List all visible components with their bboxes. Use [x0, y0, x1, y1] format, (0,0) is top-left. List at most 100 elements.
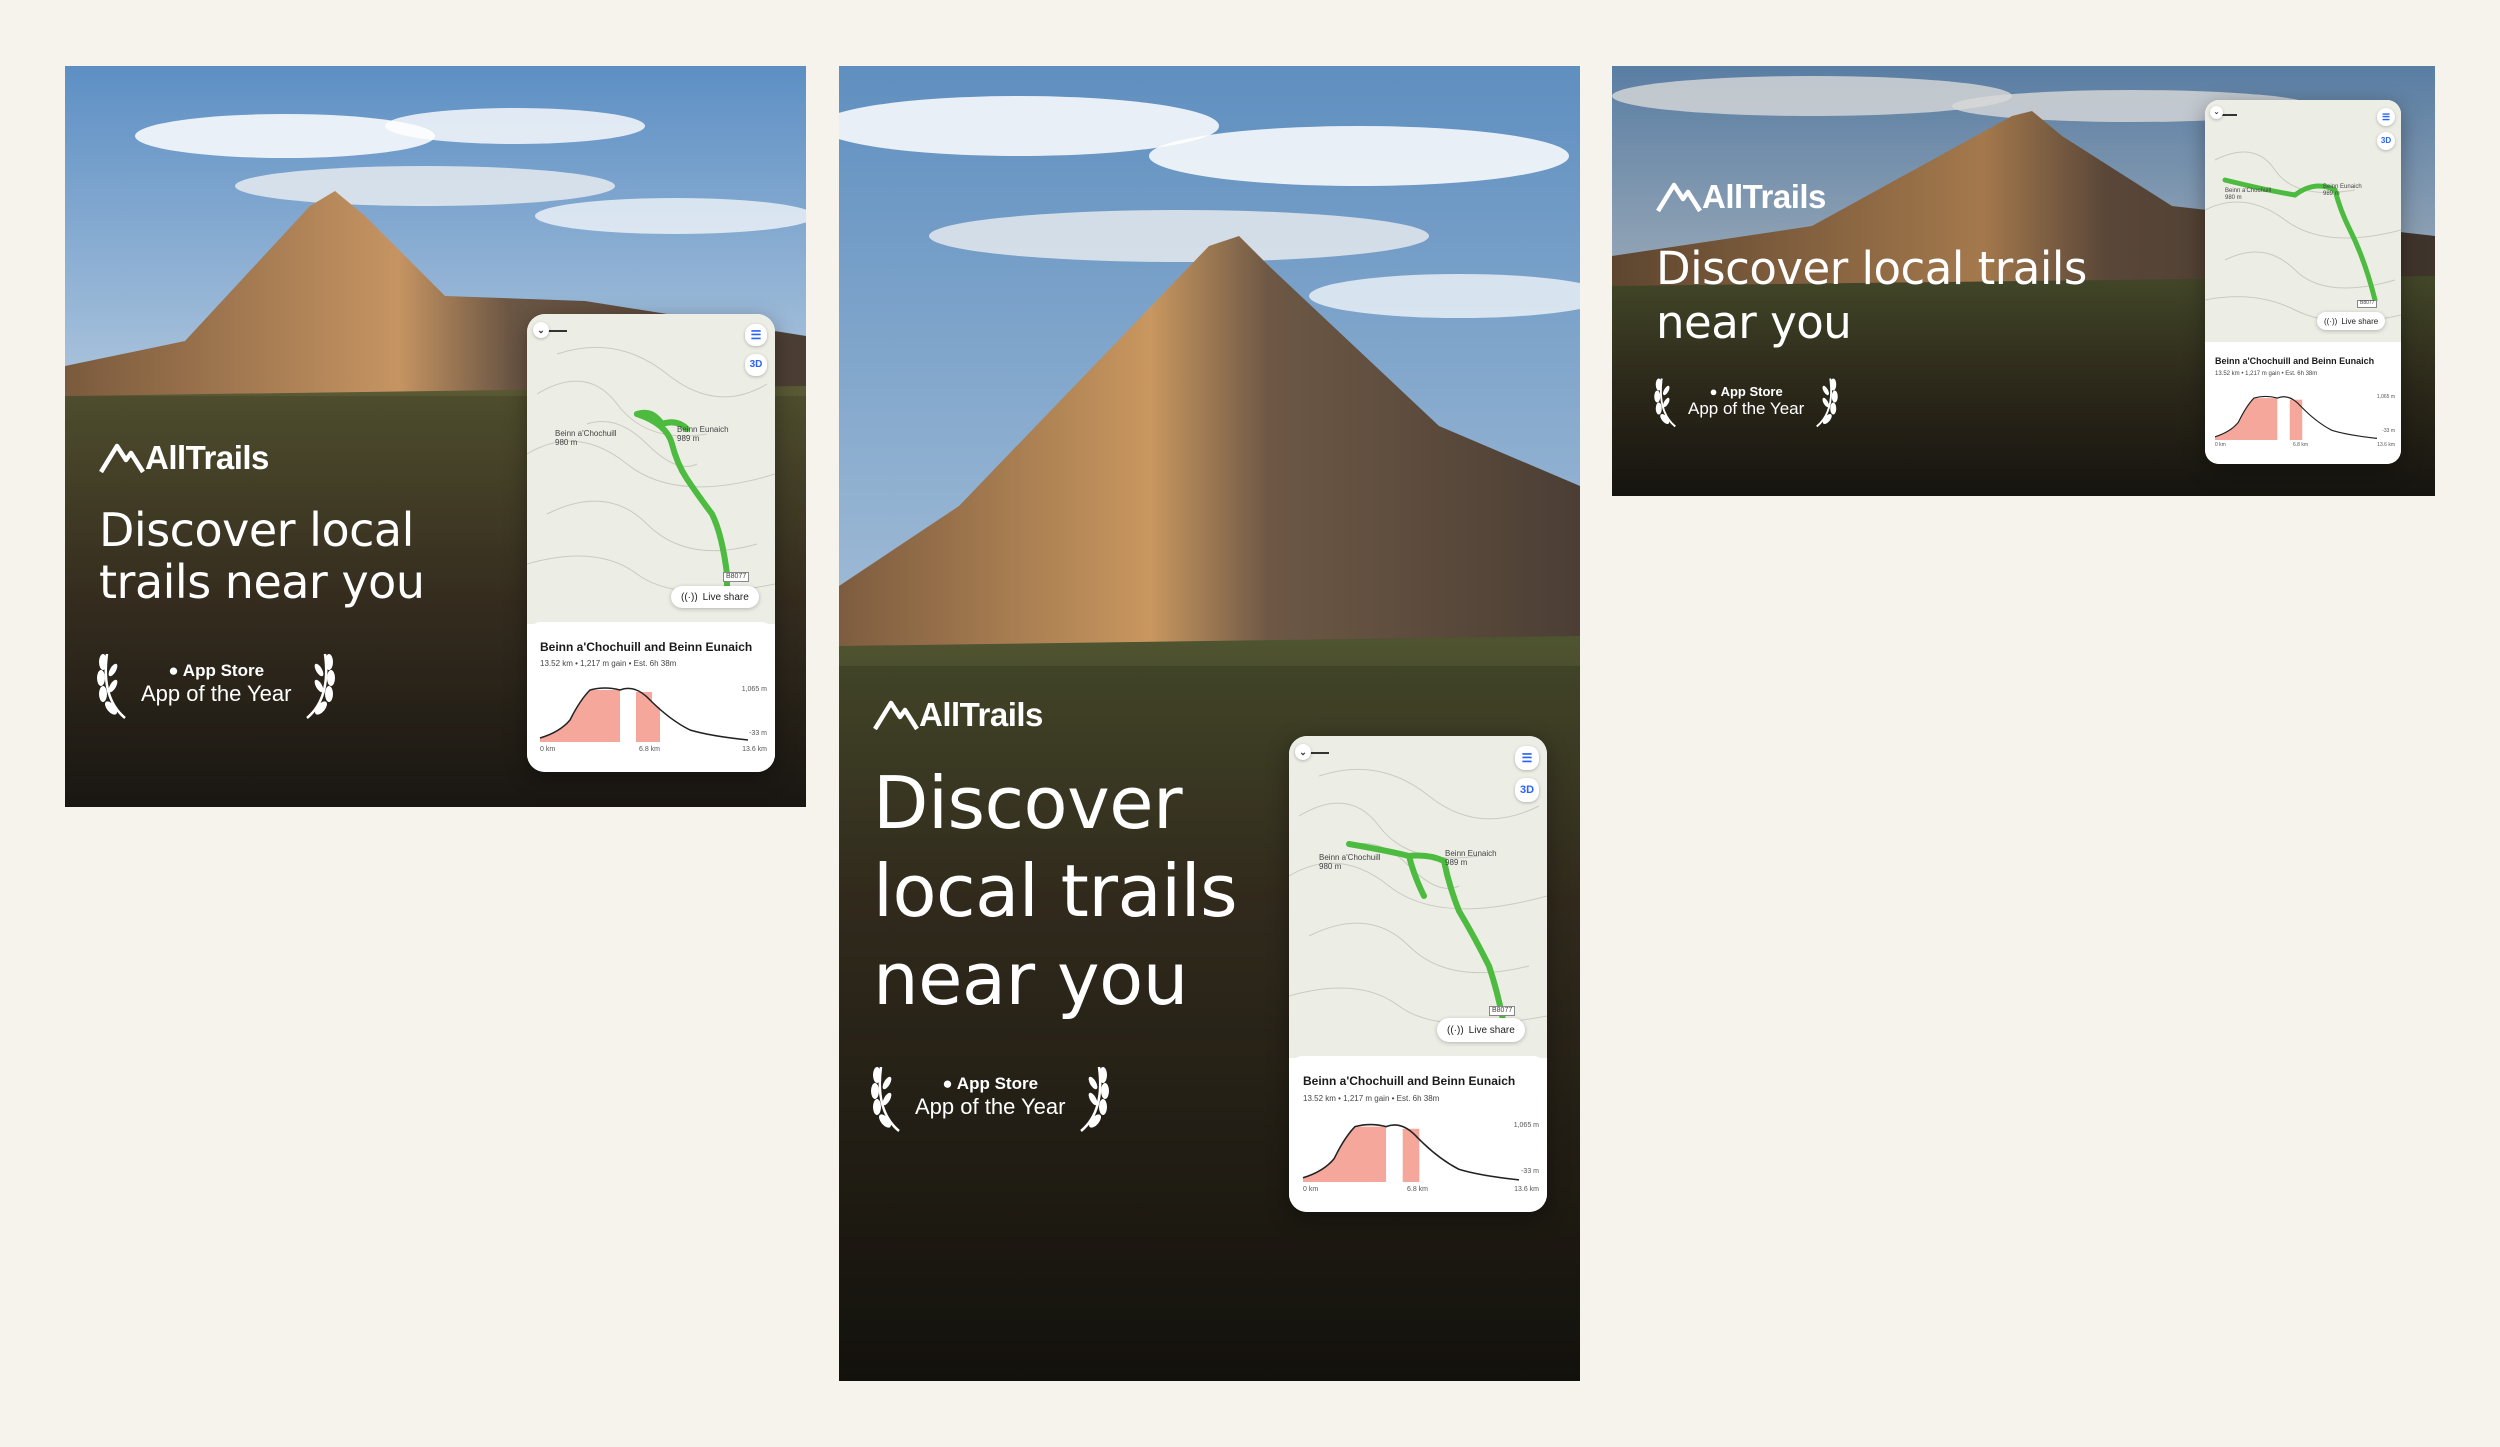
award-title: App of the Year	[141, 681, 292, 706]
trail-stats: 13.52 km • 1,217 m gain • Est. 6h 38m	[1303, 1094, 1440, 1103]
road-label: B8077	[1489, 1006, 1516, 1016]
broadcast-icon: ((·))	[1447, 1024, 1464, 1036]
view-3d-button[interactable]: 3D	[745, 354, 767, 376]
alltrails-logo-icon	[99, 443, 145, 473]
elevation-chart	[539, 680, 749, 742]
layers-button[interactable]: ☰	[745, 324, 767, 346]
laurel-right-icon	[306, 653, 336, 719]
app-phone-mockup: ☰ 3D ⌄ Beinn a'Chochuill 980 m Beinn Euna…	[1289, 736, 1547, 1212]
headline-line: near you	[873, 936, 1188, 1021]
collapse-button[interactable]: ⌄	[2210, 106, 2223, 119]
headline-line: Discover local trails	[1656, 242, 2087, 295]
road-label: B8077	[2357, 300, 2378, 308]
x-axis-mid: 6.8 km	[639, 746, 661, 753]
collapse-button[interactable]: ⌄	[533, 322, 549, 338]
elevation-min-label: -33 m	[2382, 428, 2395, 434]
trail-name: Beinn a'Chochuill and Beinn Eunaich	[540, 640, 753, 654]
x-axis-end: 13.6 km	[2377, 442, 2395, 448]
chevron-down-icon: ⌄	[2213, 109, 2220, 116]
elevation-max-label: 1,065 m	[741, 686, 767, 693]
headline-line: near you	[1656, 296, 1852, 349]
peak-label-left: Beinn a'Chochuill 980 m	[1319, 853, 1381, 871]
app-phone-mockup: ☰ 3D ⌄ Beinn a'Chochuill 980 m Beinn Euna…	[527, 314, 775, 772]
trail-map[interactable]: ☰ 3D ⌄ Beinn a'Chochuill 980 m Beinn Euna…	[1289, 736, 1547, 1058]
peak-label-left: Beinn a'Chochuill 980 m	[555, 429, 617, 447]
brand-name: AllTrails	[145, 439, 269, 476]
trail-details-panel: Beinn a'Chochuill and Beinn Eunaich 13.5…	[1289, 1056, 1547, 1212]
live-share-button[interactable]: ((·)) Live share	[1437, 1018, 1525, 1042]
elevation-max-label: 1,065 m	[2376, 394, 2395, 400]
elevation-min-label: -33 m	[1521, 1168, 1539, 1175]
live-share-button[interactable]: ((·)) Live share	[671, 586, 759, 608]
chevron-down-icon: ⌄	[537, 325, 545, 335]
apple-icon: ●	[168, 661, 179, 680]
layers-icon: ☰	[2381, 112, 2391, 122]
trail-name: Beinn a'Chochuill and Beinn Eunaich	[1303, 1074, 1516, 1088]
award-title: App of the Year	[915, 1094, 1066, 1119]
trail-stats: 13.52 km • 1,217 m gain • Est. 6h 38m	[540, 659, 677, 668]
headline: Discover local trails near you	[873, 760, 1238, 1023]
headline: Discover local trails near you	[99, 503, 425, 610]
headline-line: Discover local	[99, 503, 414, 557]
x-axis-start: 0 km	[1303, 1186, 1319, 1193]
brand-name: AllTrails	[919, 696, 1043, 733]
elevation-chart	[2214, 390, 2378, 440]
app-of-the-year-award: ● App Store App of the Year	[871, 1061, 1110, 1133]
laurel-right-icon	[1080, 1066, 1110, 1132]
app-phone-mockup: ☰ 3D ⌄ Beinn a'Chochuill 980 m Beinn Euna…	[2205, 100, 2401, 464]
trail-details-panel: Beinn a'Chochuill and Beinn Eunaich 13.5…	[527, 622, 775, 772]
award-title: App of the Year	[1688, 398, 1805, 418]
x-axis-mid: 6.8 km	[2293, 442, 2309, 448]
chevron-down-icon: ⌄	[1299, 747, 1307, 757]
ad-wide[interactable]: AllTrails Discover local trails near you…	[1612, 66, 2435, 496]
elevation-chart	[1302, 1116, 1520, 1182]
x-axis-start: 0 km	[2215, 442, 2226, 448]
laurel-left-icon	[871, 1066, 900, 1132]
layers-icon: ☰	[1521, 751, 1533, 765]
alltrails-logo: AllTrails	[99, 439, 269, 477]
laurel-right-icon	[1816, 378, 1839, 428]
view-3d-button[interactable]: 3D	[1515, 778, 1539, 802]
view-3d-button[interactable]: 3D	[2377, 132, 2395, 150]
trail-map[interactable]: ☰ 3D ⌄ Beinn a'Chochuill 980 m Beinn Euna…	[2205, 100, 2401, 342]
app-of-the-year-award: ● App Store App of the Year	[1654, 374, 1839, 428]
trail-name: Beinn a'Chochuill and Beinn Eunaich	[2215, 356, 2375, 366]
headline: Discover local trails near you	[1656, 242, 2087, 350]
trail-details-panel: Beinn a'Chochuill and Beinn Eunaich 13.5…	[2205, 342, 2401, 464]
layers-button[interactable]: ☰	[1515, 746, 1539, 770]
peak-label-right: Beinn Eunaich 989 m	[1445, 849, 1497, 867]
award-store: ● App Store	[942, 1074, 1039, 1093]
peak-label-left: Beinn a'Chochuill 980 m	[2225, 188, 2272, 201]
x-axis-start: 0 km	[540, 746, 556, 753]
ad-tall[interactable]: AllTrails Discover local trails near you…	[839, 66, 1580, 1381]
award-store: ● App Store	[168, 661, 265, 680]
layers-button[interactable]: ☰	[2377, 108, 2395, 126]
elevation-max-label: 1,065 m	[1513, 1122, 1539, 1129]
x-axis-mid: 6.8 km	[1407, 1186, 1429, 1193]
x-axis-end: 13.6 km	[1514, 1186, 1539, 1193]
peak-label-right: Beinn Eunaich 989 m	[2323, 184, 2362, 197]
laurel-left-icon	[97, 653, 126, 719]
laurel-left-icon	[1654, 378, 1676, 428]
x-axis-end: 13.6 km	[742, 746, 767, 753]
alltrails-logo-icon	[1656, 182, 1702, 212]
trail-stats: 13.52 km • 1,217 m gain • Est. 6h 38m	[2215, 371, 2318, 377]
road-label: B8077	[723, 572, 750, 582]
trail-map[interactable]: ☰ 3D ⌄ Beinn a'Chochuill 980 m Beinn Euna…	[527, 314, 775, 624]
alltrails-logo-icon	[873, 700, 919, 730]
alltrails-logo: AllTrails	[1656, 178, 1826, 216]
live-share-button[interactable]: ((·)) Live share	[2317, 312, 2386, 330]
broadcast-icon: ((·))	[681, 591, 698, 603]
headline-line: local trails	[873, 848, 1238, 933]
app-of-the-year-award: ● App Store App of the Year	[97, 648, 336, 720]
peak-label-right: Beinn Eunaich 989 m	[677, 425, 729, 443]
apple-icon: ●	[942, 1074, 953, 1093]
alltrails-logo: AllTrails	[873, 696, 1043, 734]
ad-square[interactable]: AllTrails Discover local trails near you…	[65, 66, 806, 807]
headline-line: trails near you	[99, 555, 425, 610]
broadcast-icon: ((·))	[2324, 316, 2338, 326]
award-store: ● App Store	[1709, 383, 1783, 399]
headline-line: Discover	[873, 761, 1183, 845]
collapse-button[interactable]: ⌄	[1295, 744, 1311, 760]
apple-icon: ●	[1709, 383, 1718, 399]
